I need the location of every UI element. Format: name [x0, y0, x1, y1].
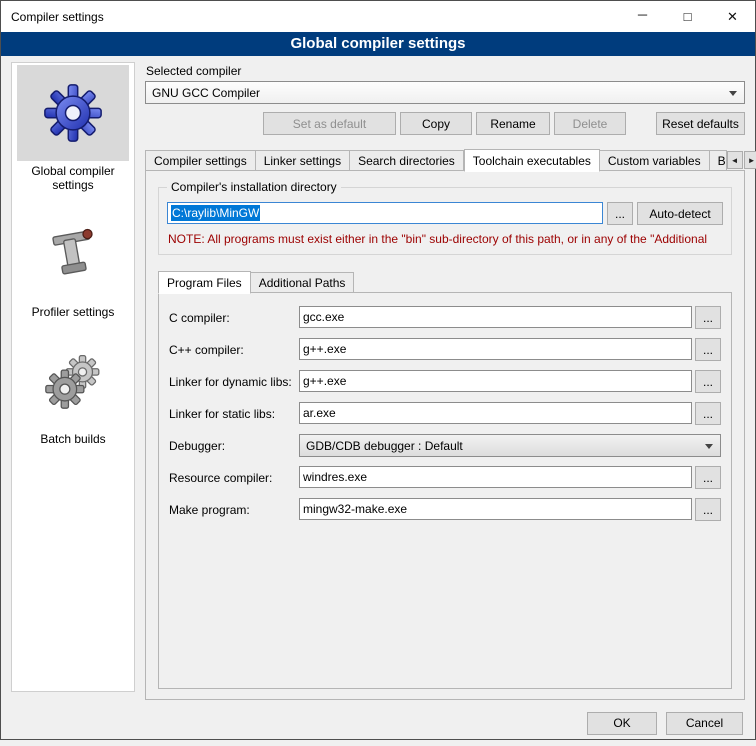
- static-linker-browse-button[interactable]: ...: [695, 402, 721, 425]
- close-icon: ✕: [727, 9, 738, 25]
- cpp-compiler-label: C++ compiler:: [169, 343, 299, 357]
- chevron-down-icon: [729, 91, 737, 96]
- static-linker-input[interactable]: ar.exe: [299, 402, 692, 424]
- resource-compiler-label: Resource compiler:: [169, 471, 299, 485]
- blue-gear-icon: [17, 65, 129, 161]
- sidebar-item-global-compiler-settings[interactable]: Global compiler settings: [12, 65, 134, 192]
- maximize-icon: □: [684, 9, 692, 24]
- tab-scroll-buttons: ◄ ►: [727, 151, 756, 169]
- title-bar: Compiler settings ─ □ ✕: [1, 1, 755, 32]
- reset-defaults-button[interactable]: Reset defaults: [656, 112, 745, 135]
- tab-custom-variables[interactable]: Custom variables: [600, 150, 710, 171]
- autodetect-button[interactable]: Auto-detect: [637, 202, 723, 225]
- debugger-dropdown[interactable]: GDB/CDB debugger : Default: [299, 434, 721, 457]
- tab-toolchain-executables[interactable]: Toolchain executables: [464, 149, 600, 172]
- static-linker-row: Linker for static libs: ar.exe ...: [169, 402, 721, 425]
- install-dir-browse-button[interactable]: ...: [607, 202, 633, 225]
- install-dir-input[interactable]: C:\raylib\MinGW: [167, 202, 603, 224]
- rename-button[interactable]: Rename: [476, 112, 550, 135]
- cancel-button[interactable]: Cancel: [666, 712, 743, 735]
- install-dir-value: C:\raylib\MinGW: [171, 205, 260, 221]
- window-title: Compiler settings: [11, 10, 104, 24]
- minimize-button[interactable]: ─: [620, 1, 665, 32]
- page-title: Global compiler settings: [1, 32, 755, 56]
- sidebar-item-batch-builds[interactable]: Batch builds: [12, 333, 134, 446]
- minimize-icon: ─: [638, 7, 647, 22]
- installation-directory-group-title: Compiler's installation directory: [167, 180, 341, 194]
- set-as-default-button[interactable]: Set as default: [263, 112, 396, 135]
- sidebar-item-label: Batch builds: [34, 429, 111, 446]
- c-compiler-browse-button[interactable]: ...: [695, 306, 721, 329]
- cpp-compiler-row: C++ compiler: g++.exe ...: [169, 338, 721, 361]
- c-compiler-row: C compiler: gcc.exe ...: [169, 306, 721, 329]
- selected-compiler-label: Selected compiler: [146, 64, 745, 78]
- maximize-button[interactable]: □: [665, 1, 710, 32]
- tab-program-files[interactable]: Program Files: [158, 271, 251, 294]
- settings-category-list: Global compiler settings Profiler settin…: [11, 62, 135, 692]
- c-compiler-label: C compiler:: [169, 311, 299, 325]
- make-program-browse-button[interactable]: ...: [695, 498, 721, 521]
- resource-compiler-input[interactable]: windres.exe: [299, 466, 692, 488]
- compiler-actions: Set as default Copy Rename Delete Reset …: [145, 112, 745, 135]
- settings-tab-bar: Compiler settings Linker settings Search…: [145, 149, 745, 171]
- cpp-compiler-input[interactable]: g++.exe: [299, 338, 692, 360]
- sidebar-item-label: Profiler settings: [26, 302, 121, 319]
- gray-gears-icon: [17, 333, 129, 429]
- tab-build-options[interactable]: Build: [710, 150, 727, 171]
- debugger-value: GDB/CDB debugger : Default: [306, 439, 463, 453]
- debugger-row: Debugger: GDB/CDB debugger : Default: [169, 434, 721, 457]
- delete-button[interactable]: Delete: [554, 112, 626, 135]
- sidebar-item-profiler-settings[interactable]: Profiler settings: [12, 206, 134, 319]
- resource-compiler-row: Resource compiler: windres.exe ...: [169, 466, 721, 489]
- profiler-tool-icon: [17, 206, 129, 302]
- selected-compiler-dropdown[interactable]: GNU GCC Compiler: [145, 81, 745, 104]
- installation-directory-group: Compiler's installation directory C:\ray…: [158, 187, 732, 255]
- tab-search-directories[interactable]: Search directories: [350, 150, 464, 171]
- content-column: Selected compiler GNU GCC Compiler Set a…: [145, 62, 745, 700]
- tab-compiler-settings[interactable]: Compiler settings: [145, 150, 256, 171]
- resource-compiler-browse-button[interactable]: ...: [695, 466, 721, 489]
- copy-button[interactable]: Copy: [400, 112, 472, 135]
- tab-scroll-left-icon[interactable]: ◄: [727, 151, 743, 169]
- program-files-panel: C compiler: gcc.exe ... C++ compiler: g+…: [158, 292, 732, 689]
- window-controls: ─ □ ✕: [620, 1, 755, 32]
- c-compiler-input[interactable]: gcc.exe: [299, 306, 692, 328]
- make-program-row: Make program: mingw32-make.exe ...: [169, 498, 721, 521]
- dialog-footer: OK Cancel: [1, 700, 755, 746]
- debugger-label: Debugger:: [169, 439, 299, 453]
- ok-button[interactable]: OK: [587, 712, 657, 735]
- bin-subdirectory-note: NOTE: All programs must exist either in …: [168, 232, 722, 246]
- main-area: Global compiler settings Profiler settin…: [1, 56, 755, 700]
- dynamic-linker-browse-button[interactable]: ...: [695, 370, 721, 393]
- static-linker-label: Linker for static libs:: [169, 407, 299, 421]
- dynamic-linker-input[interactable]: g++.exe: [299, 370, 692, 392]
- dynamic-linker-label: Linker for dynamic libs:: [169, 375, 299, 389]
- program-files-tab-bar: Program Files Additional Paths: [158, 271, 732, 293]
- close-button[interactable]: ✕: [710, 1, 755, 32]
- make-program-input[interactable]: mingw32-make.exe: [299, 498, 692, 520]
- make-program-label: Make program:: [169, 503, 299, 517]
- sidebar-item-label: Global compiler settings: [12, 161, 134, 192]
- tab-linker-settings[interactable]: Linker settings: [256, 150, 350, 171]
- chevron-down-icon: [705, 444, 713, 449]
- installation-directory-row: C:\raylib\MinGW ... Auto-detect: [167, 202, 723, 225]
- selected-compiler-value: GNU GCC Compiler: [152, 86, 260, 100]
- tab-additional-paths[interactable]: Additional Paths: [251, 272, 355, 293]
- toolchain-executables-panel: Compiler's installation directory C:\ray…: [145, 170, 745, 700]
- dynamic-linker-row: Linker for dynamic libs: g++.exe ...: [169, 370, 721, 393]
- cpp-compiler-browse-button[interactable]: ...: [695, 338, 721, 361]
- tab-scroll-right-icon[interactable]: ►: [744, 151, 756, 169]
